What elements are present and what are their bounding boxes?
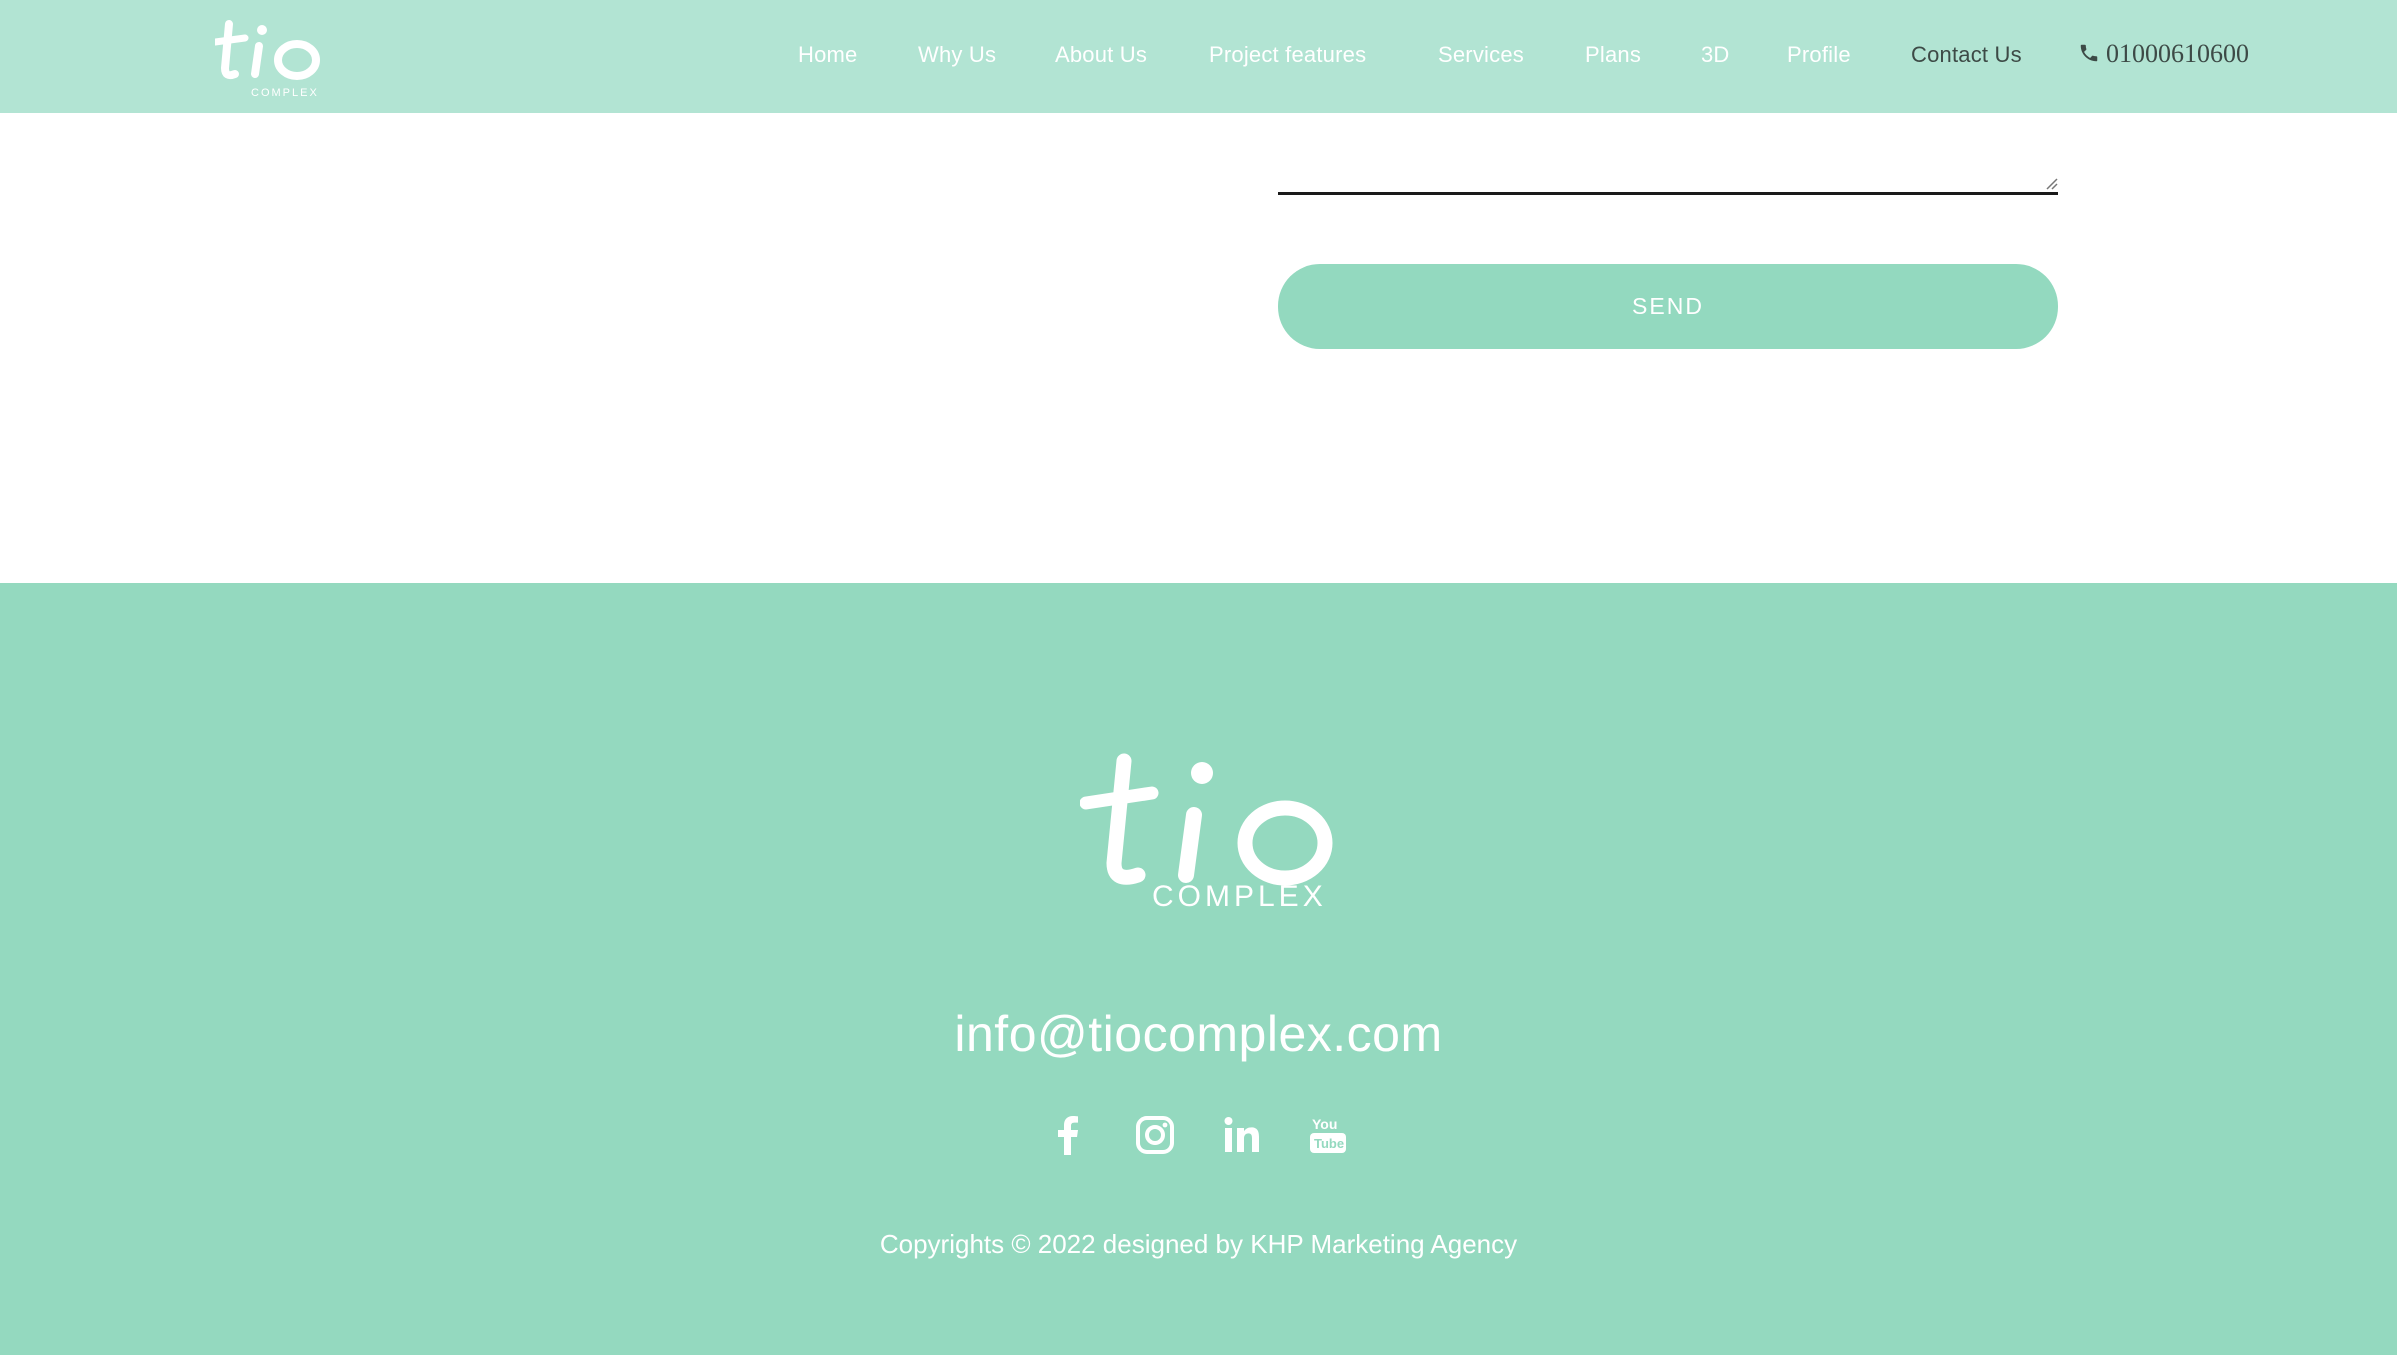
- nav-contact-us[interactable]: Contact Us: [1911, 42, 2022, 68]
- message-textarea[interactable]: [1278, 113, 2058, 195]
- nav-why-us[interactable]: Why Us: [918, 42, 996, 68]
- phone-link[interactable]: 01000610600: [2078, 39, 2249, 69]
- nav-home[interactable]: Home: [798, 42, 858, 68]
- phone-icon: [2080, 44, 2098, 62]
- footer-logo: COMPLEX: [1080, 753, 1333, 908]
- nav-project-features[interactable]: Project features: [1209, 42, 1366, 68]
- contact-email[interactable]: info@tiocomplex.com: [0, 1005, 2397, 1063]
- copyright-text: Copyrights © 2022 designed by KHP Market…: [879, 1229, 1518, 1259]
- main-nav: Home Why Us About Us Project features Se…: [0, 0, 2397, 113]
- nav-profile[interactable]: Profile: [1787, 42, 1851, 68]
- facebook-icon[interactable]: [1047, 1113, 1091, 1157]
- svg-text:You: You: [1312, 1116, 1337, 1132]
- youtube-icon[interactable]: You Tube: [1306, 1113, 1350, 1157]
- footer-logo-sub: COMPLEX: [1152, 880, 1327, 908]
- nav-services[interactable]: Services: [1438, 42, 1524, 68]
- top-navigation-bar: COMPLEX Home Why Us About Us Project fea…: [0, 0, 2397, 113]
- linkedin-icon[interactable]: [1220, 1113, 1264, 1157]
- resize-handle-icon[interactable]: [2044, 176, 2058, 190]
- instagram-icon[interactable]: [1133, 1113, 1177, 1157]
- nav-about-us[interactable]: About Us: [1055, 42, 1147, 68]
- phone-number: 01000610600: [2106, 39, 2249, 68]
- footer: COMPLEX info@tiocomplex.com You Tube Cop…: [0, 583, 2397, 1355]
- social-links: You Tube: [0, 1113, 2397, 1157]
- svg-text:Tube: Tube: [1314, 1136, 1344, 1151]
- send-button[interactable]: SEND: [1278, 264, 2058, 349]
- nav-plans[interactable]: Plans: [1585, 42, 1641, 68]
- nav-3d[interactable]: 3D: [1701, 42, 1730, 68]
